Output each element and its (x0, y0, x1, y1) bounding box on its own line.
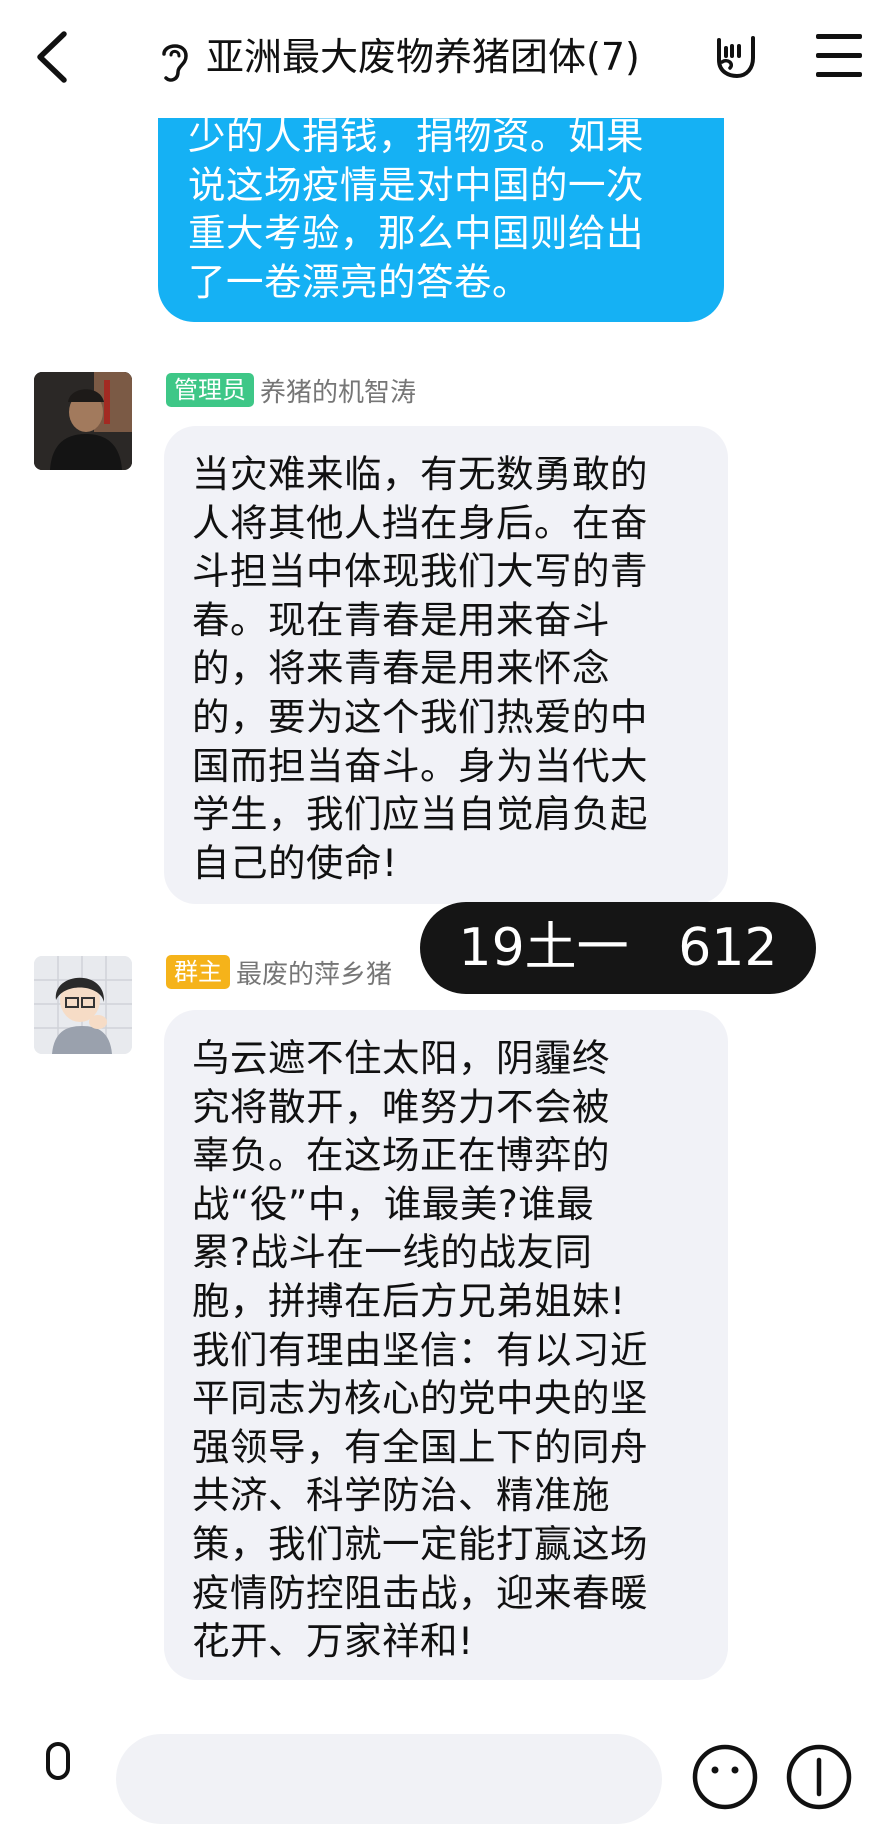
sender-row: 管理员 养猪的机智涛 (166, 372, 416, 408)
menu-icon[interactable] (816, 34, 862, 78)
rock-hand-icon[interactable] (710, 30, 760, 80)
sender-name[interactable]: 养猪的机智涛 (260, 372, 416, 409)
group-title: 亚洲最大废物养猪团体(7) (206, 35, 640, 79)
avatar[interactable] (34, 372, 132, 470)
admin-badge: 管理员 (166, 373, 254, 407)
avatar[interactable] (34, 956, 132, 1054)
sender-name[interactable]: 最废的萍乡猪 (236, 954, 392, 991)
sender-row: 群主 最废的萍乡猪 (166, 954, 392, 990)
owner-badge: 群主 (166, 955, 230, 989)
chat-header: 亚洲最大废物养猪团体(7) (0, 0, 886, 118)
emoji-icon[interactable] (690, 1742, 760, 1812)
message-bubble[interactable]: 当灾难来临，有无数勇敢的 人将其他人挡在身后。在奋 斗担当中体现我们大写的青 春… (164, 426, 728, 904)
chevron-left-icon (37, 31, 67, 83)
back-button[interactable] (28, 26, 80, 88)
plus-icon[interactable] (784, 1742, 854, 1812)
input-bar (0, 1720, 886, 1824)
ear-mode-icon[interactable] (158, 38, 192, 84)
message-input[interactable] (116, 1734, 662, 1824)
message-bubble[interactable]: 乌云遮不住太阳，阴霾终 究将散开，唯努力不会被 辜负。在这场正在博弈的 战“役”… (164, 1010, 728, 1680)
overlay-label: 19土一 612 (420, 902, 816, 994)
voice-icon[interactable] (36, 1742, 80, 1782)
